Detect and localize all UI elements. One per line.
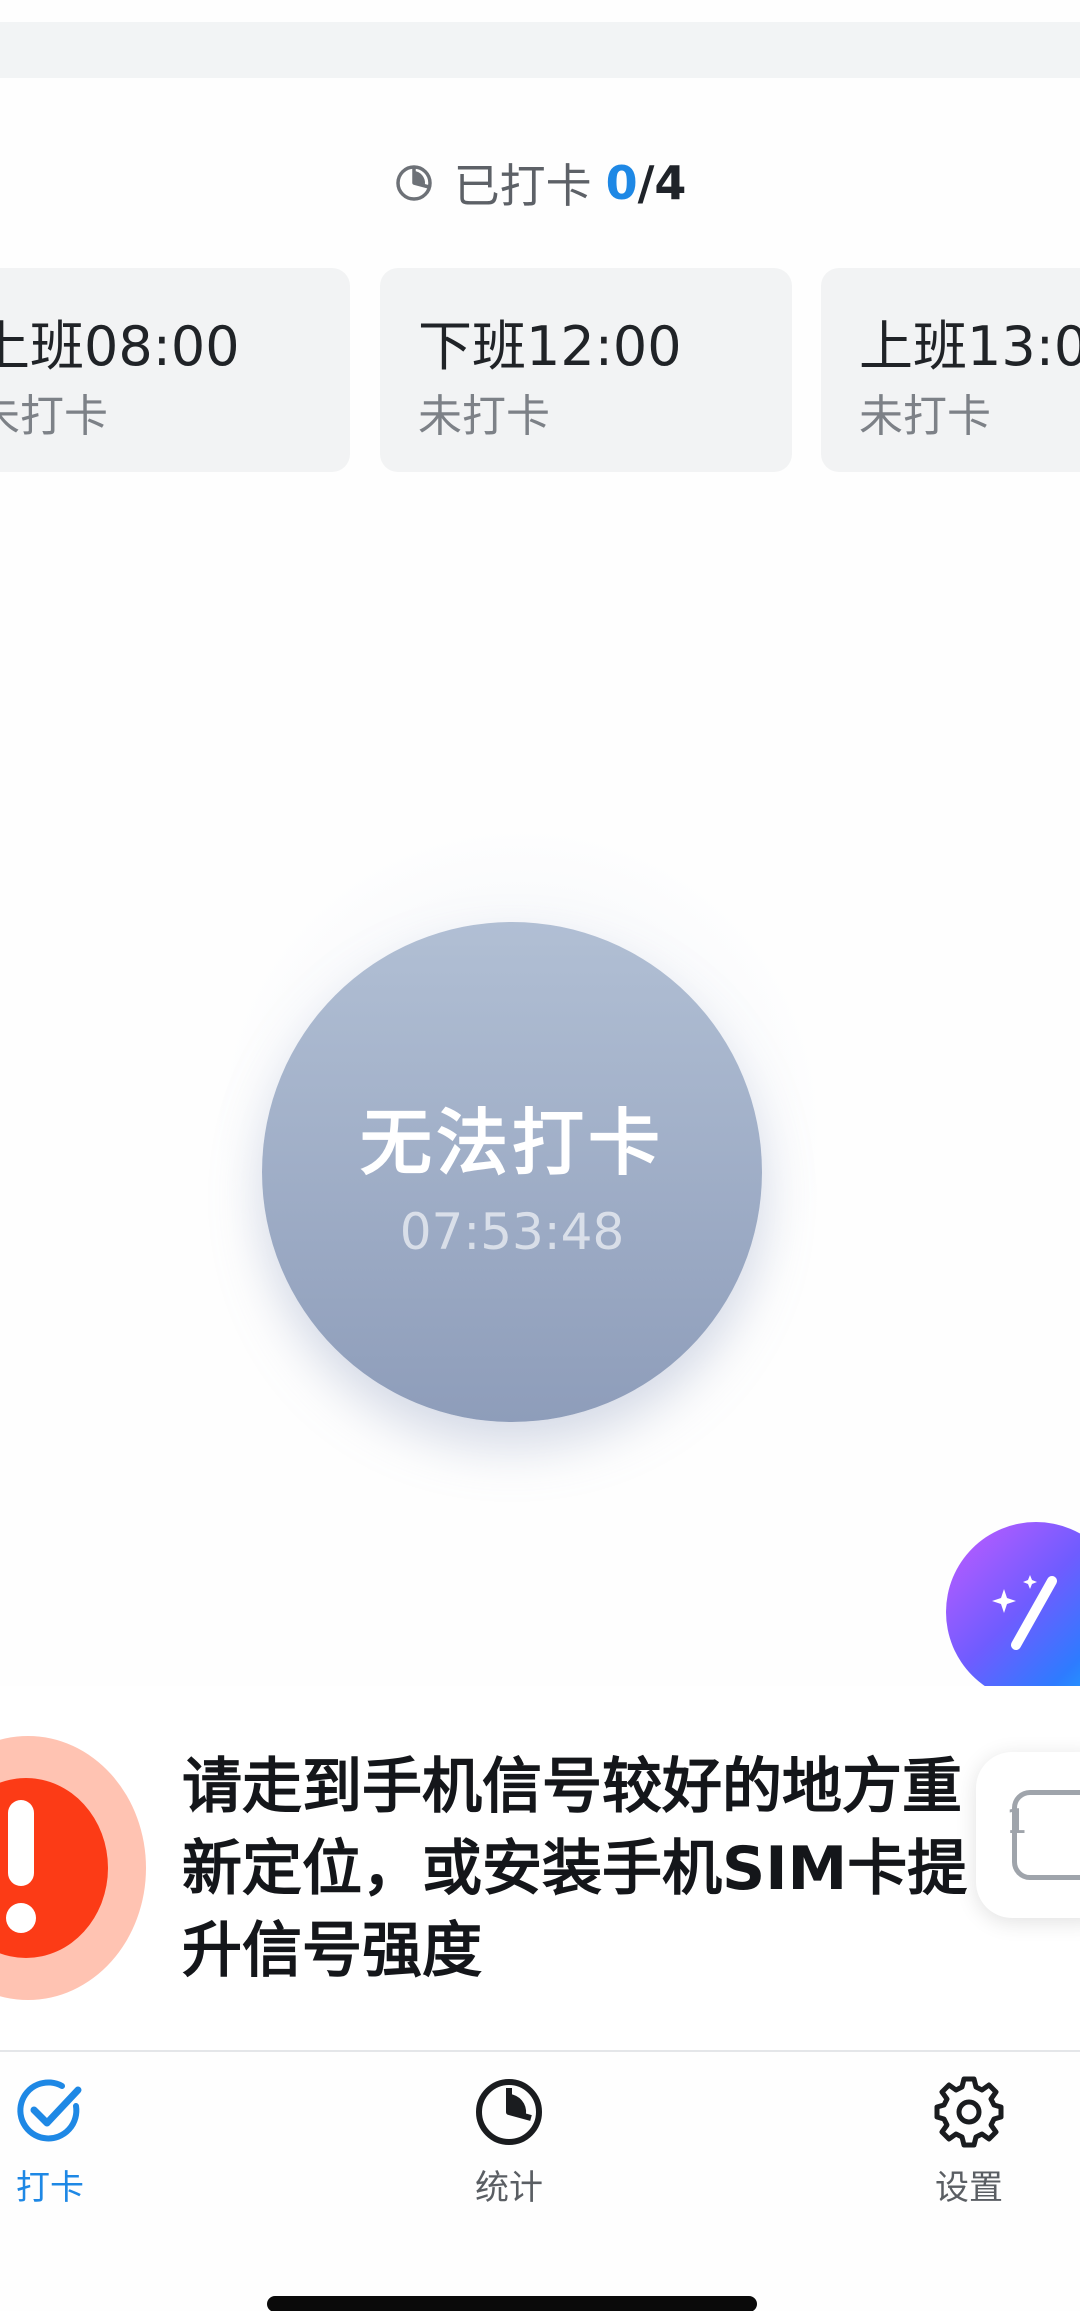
page-number: 1 (1006, 1802, 1028, 1842)
tab-label: 打卡 (16, 2168, 84, 2208)
tab-statistics[interactable]: 统计 (429, 2076, 589, 2216)
shift-card-1[interactable]: 上班08:00 未打卡 (0, 268, 350, 472)
current-time: 07:53:48 (399, 1202, 625, 1261)
total-count: 4 (654, 156, 687, 210)
screen: 已打卡 0 / 4 上班08:00 未打卡 下班12:00 未打卡 上班13:0… (0, 0, 1080, 2311)
shift-card-3[interactable]: 上班13:00 未打卡 (821, 268, 1080, 472)
shift-time: 上班08:00 (0, 315, 240, 378)
ai-assistant-button[interactable] (946, 1522, 1080, 1702)
tab-punch[interactable]: 打卡 (0, 2076, 130, 2216)
tab-settings[interactable]: 设置 (889, 2076, 1049, 2216)
checkmark-icon (17, 2079, 82, 2142)
gear-icon (934, 2076, 1004, 2148)
pie-chart-icon (395, 165, 432, 201)
home-indicator[interactable] (267, 2296, 757, 2311)
punch-button[interactable]: 无法打卡 07:53:48 (262, 922, 762, 1422)
punch-button-title: 无法打卡 (359, 1100, 664, 1185)
tabbar-divider (0, 2050, 1080, 2052)
tab-label: 设置 (935, 2168, 1003, 2208)
done-count: 0 (605, 156, 638, 210)
pie-chart-icon (476, 2079, 542, 2145)
shift-status: 未打卡 (418, 391, 550, 442)
magic-wand-icon (992, 1575, 1057, 1650)
count-separator: / (637, 156, 655, 210)
signal-tip-text: 请走到手机信号较好的地方重新定位，或安装手机SIM卡提升信号强度 (182, 1752, 968, 1986)
count-label: 已打卡 (453, 159, 592, 213)
shift-time: 下班12:00 (418, 315, 682, 378)
top-search-strip[interactable] (0, 22, 1080, 78)
shift-time: 上班13:00 (859, 315, 1080, 378)
punch-count-summary: 已打卡 0 / 4 (0, 148, 1080, 218)
floating-page-button[interactable]: 1 (976, 1752, 1080, 1918)
shift-status: 未打卡 (0, 391, 108, 442)
shift-status: 未打卡 (859, 391, 991, 442)
shift-card-2[interactable]: 下班12:00 未打卡 (380, 268, 792, 472)
tab-label: 统计 (475, 2168, 543, 2208)
